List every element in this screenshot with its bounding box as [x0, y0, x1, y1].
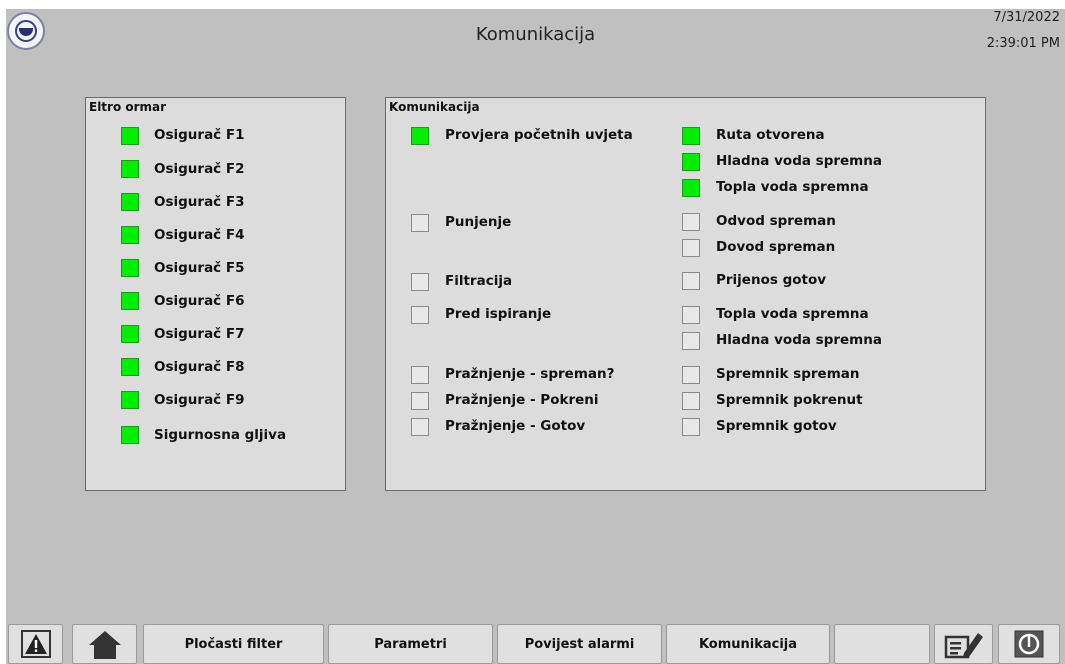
indicator-label: Pražnjenje - Pokreni [445, 392, 599, 408]
indicator-topla-voda-spremna [682, 179, 700, 197]
indicator-label: Ruta otvorena [716, 127, 825, 143]
indicator-label: Dovod spreman [716, 239, 836, 255]
indicator-label: Osigurač F8 [154, 359, 245, 375]
home-button[interactable] [72, 624, 137, 664]
indicator-hladna-voda-spremna-2 [682, 332, 700, 350]
alarm-button[interactable] [8, 624, 63, 664]
alarm-warning-icon [20, 630, 51, 658]
edit-button[interactable] [934, 624, 993, 664]
indicator-label: Punjenje [445, 214, 512, 230]
indicator-label: Spremnik spreman [716, 366, 860, 382]
indicator-label: Odvod spreman [716, 213, 836, 229]
nav-povijest-alarmi[interactable]: Povijest alarmi [497, 624, 662, 664]
indicator-label: Spremnik pokrenut [716, 392, 863, 408]
indicator-osigurac-f6 [121, 292, 139, 310]
page-title: Komunikacija [475, 24, 596, 45]
indicator-osigurac-f7 [121, 325, 139, 343]
nav-komunikacija[interactable]: Komunikacija [666, 624, 830, 664]
indicator-osigurac-f4 [121, 226, 139, 244]
indicator-osigurac-f8 [121, 358, 139, 376]
indicator-provjera-pocetnih-uvjeta [411, 127, 429, 145]
indicator-label: Provjera početnih uvjeta [445, 127, 633, 143]
indicator-label: Sigurnosna gljiva [154, 427, 287, 443]
indicator-label: Topla voda spremna [716, 306, 869, 322]
indicator-label: Osigurač F6 [154, 293, 245, 309]
panel-title: Komunikacija [389, 100, 480, 114]
indicator-label: Pražnjenje - Gotov [445, 418, 586, 434]
nav-parametri[interactable]: Parametri [328, 624, 493, 664]
panel-title: Eltro ormar [89, 100, 167, 114]
indicator-label: Osigurač F2 [154, 161, 245, 177]
power-icon [1014, 630, 1044, 658]
indicator-label: Osigurač F1 [154, 127, 245, 143]
indicator-prijenos-gotov [682, 272, 700, 290]
indicator-praznjenje-spreman [411, 366, 429, 384]
home-icon [88, 631, 121, 659]
indicator-praznjenje-gotov [411, 418, 429, 436]
indicator-praznjenje-pokreni [411, 392, 429, 410]
indicator-filtracija [411, 273, 429, 291]
date-display: 7/31/2022 [993, 10, 1060, 25]
indicator-spremnik-pokrenut [682, 392, 700, 410]
indicator-osigurac-f1 [121, 127, 139, 145]
edit-notes-icon [944, 633, 983, 659]
indicator-label: Spremnik gotov [716, 418, 837, 434]
indicator-pred-ispiranje [411, 306, 429, 324]
indicator-label: Osigurač F9 [154, 392, 245, 408]
nav-empty-button[interactable] [834, 624, 930, 664]
indicator-sigurnosna-gljiva [121, 426, 139, 444]
indicator-label: Hladna voda spremna [716, 153, 882, 169]
indicator-label: Prijenos gotov [716, 272, 827, 288]
time-display: 2:39:01 PM [986, 36, 1060, 51]
indicator-label: Osigurač F3 [154, 194, 245, 210]
indicator-label: Pražnjenje - spreman? [445, 366, 615, 382]
indicator-hladna-voda-spremna [682, 153, 700, 171]
indicator-topla-voda-spremna-2 [682, 306, 700, 324]
hmi-screen: Komunikacija 7/31/2022 2:39:01 PM Eltro … [6, 9, 1065, 664]
indicator-odvod-spreman [682, 213, 700, 231]
indicator-osigurac-f2 [121, 160, 139, 178]
indicator-osigurac-f9 [121, 391, 139, 409]
indicator-osigurac-f5 [121, 259, 139, 277]
indicator-spremnik-gotov [682, 418, 700, 436]
indicator-dovod-spreman [682, 239, 700, 257]
indicator-label: Osigurač F4 [154, 227, 245, 243]
indicator-label: Hladna voda spremna [716, 332, 882, 348]
indicator-label: Topla voda spremna [716, 179, 869, 195]
indicator-ruta-otvorena [682, 127, 700, 145]
indicator-label: Osigurač F7 [154, 326, 245, 342]
indicator-label: Pred ispiranje [445, 306, 552, 322]
indicator-label: Filtracija [445, 273, 513, 289]
nav-plocasti-filter[interactable]: Pločasti filter [143, 624, 324, 664]
indicator-spremnik-spreman [682, 366, 700, 384]
power-button[interactable] [998, 624, 1060, 664]
indicator-osigurac-f3 [121, 193, 139, 211]
indicator-punjenje [411, 214, 429, 232]
indicator-label: Osigurač F5 [154, 260, 245, 276]
